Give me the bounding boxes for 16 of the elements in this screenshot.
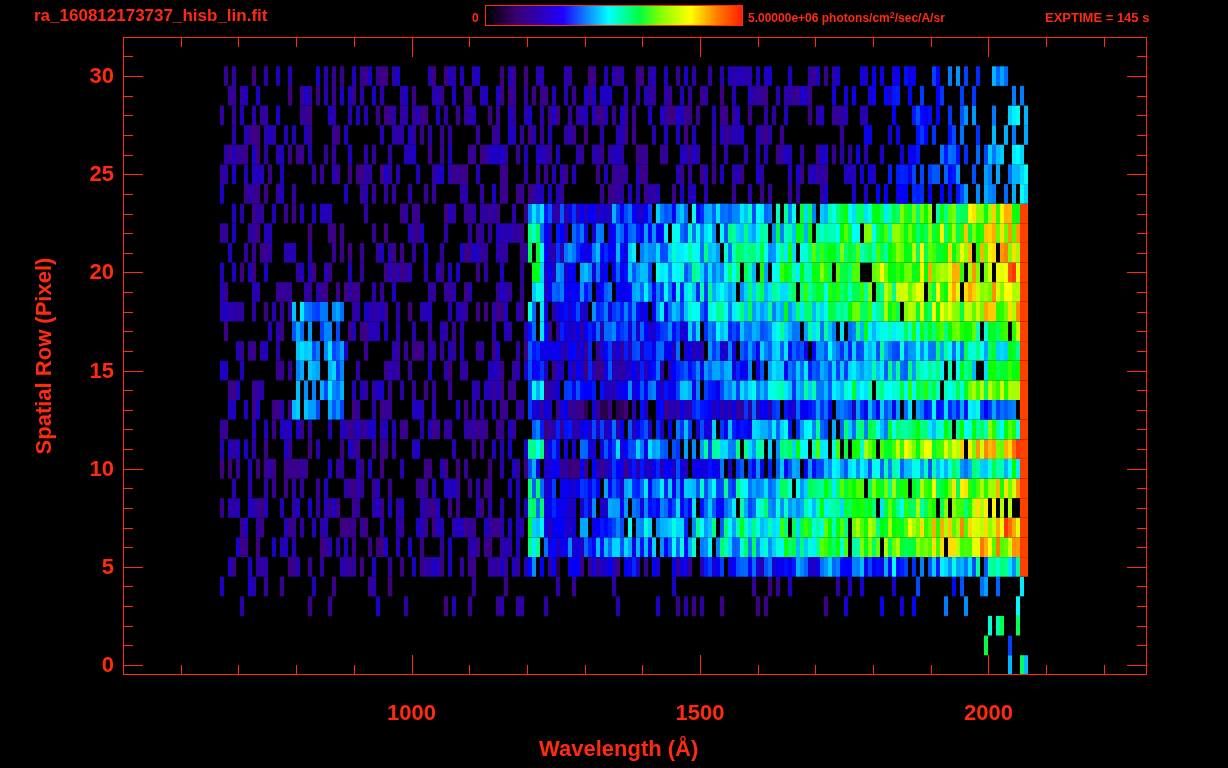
colorbar-min-label: 0 <box>472 11 479 25</box>
y-tick-label: 20 <box>88 259 114 286</box>
y-tick-label: 30 <box>88 63 114 90</box>
y-tick-label: 5 <box>100 553 114 580</box>
file-name: ra_160812173737_hisb_lin.fit <box>34 6 268 26</box>
y-tick-label: 25 <box>88 161 114 188</box>
y-axis-label: Spatial Row (Pixel) <box>31 256 57 457</box>
x-tick-label: 1500 <box>674 700 726 726</box>
x-axis-label: Wavelength (Å) <box>539 736 699 762</box>
y-tick-label: 10 <box>88 455 114 482</box>
exposure-time: EXPTIME = 145 s <box>1045 11 1150 25</box>
colorbar-max-label: 5.00000e+06 photons/cm$^{2}$/sec/A/sr <box>748 10 945 26</box>
y-tick-label: 0 <box>100 652 114 678</box>
x-tick-label: 1000 <box>386 700 437 726</box>
y-tick-label: 15 <box>88 357 114 384</box>
x-tick-label: 2000 <box>963 700 1014 726</box>
